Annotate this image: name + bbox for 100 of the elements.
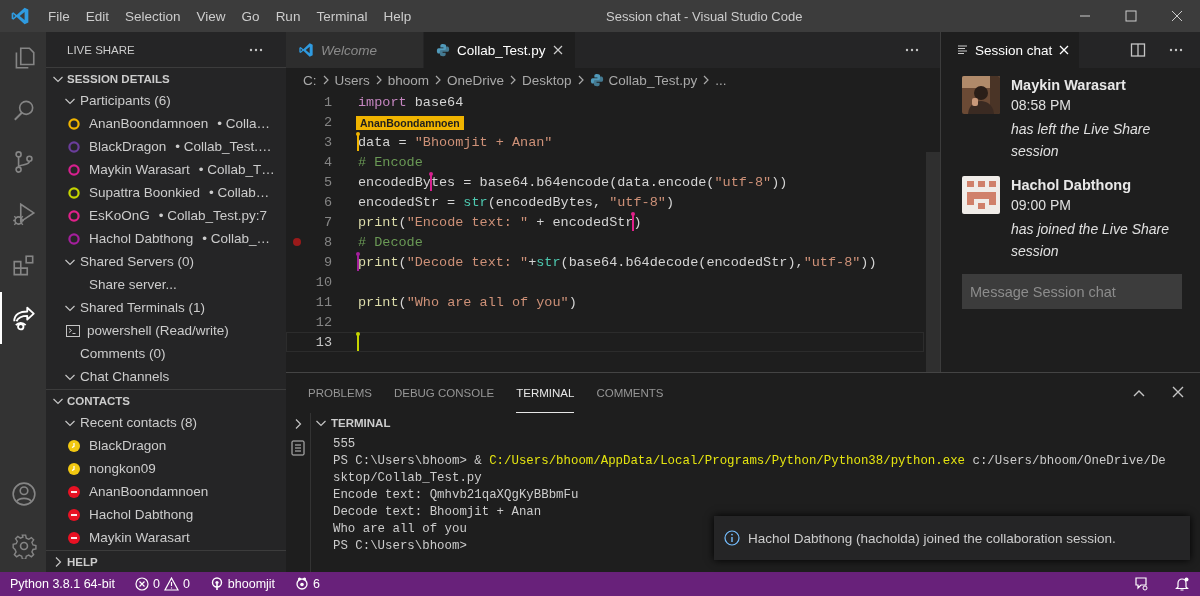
message-author: Hachol Dabthong	[1011, 176, 1133, 195]
python-file-icon	[436, 43, 450, 57]
panel-tab[interactable]: TERMINAL	[516, 373, 575, 413]
editor-tab[interactable]: Welcome	[286, 32, 424, 68]
live-share-icon[interactable]	[11, 305, 37, 331]
code-line: encodedBytes = base64.b64encode(data.encode("utf-8"))	[358, 175, 788, 190]
line-number: 2	[322, 114, 332, 130]
scrollbar[interactable]	[926, 152, 940, 372]
menu-item[interactable]: Run	[267, 8, 309, 24]
section-header[interactable]: CONTACTS	[46, 389, 286, 411]
menu-item[interactable]: Selection	[117, 8, 189, 24]
tree-item[interactable]: Participants (6)	[46, 89, 286, 112]
tree-item[interactable]: Maykin Warasart	[46, 526, 286, 549]
tree-item[interactable]: Comments (0)	[46, 342, 286, 365]
python-file-icon	[589, 73, 604, 87]
avatar-icon	[962, 176, 1000, 214]
warning-icon	[163, 577, 179, 591]
list-icon	[958, 45, 968, 55]
list-view-icon[interactable]	[291, 440, 305, 456]
terminal-line: PS C:\Users\bhoom> & C:/Users/bhoom/AppData/Local/Programs/Python/Python38/python.exe c:/Users/bhoom/OneDrive/De	[333, 453, 1166, 470]
section-header[interactable]: SESSION DETAILS	[46, 67, 286, 89]
close-icon[interactable]	[552, 45, 563, 55]
settings-icon[interactable]	[11, 533, 37, 559]
menu-item[interactable]: View	[188, 8, 234, 24]
panel-tab[interactable]: DEBUG CONSOLE	[393, 373, 495, 413]
tree-item[interactable]: nongkon09	[46, 457, 286, 480]
code-line: print("Who are all of you")	[358, 295, 577, 310]
close-icon[interactable]	[1172, 386, 1184, 398]
panel-tab[interactable]: COMMENTS	[596, 373, 664, 413]
split-editor-icon[interactable]	[1130, 42, 1146, 58]
code-line: print("Encode text: " + encodedStr)	[358, 215, 642, 230]
tree-item[interactable]: powershell (Read/write)	[46, 319, 286, 342]
code-line: # Decode	[358, 235, 423, 250]
section-header[interactable]: TERMINAL	[311, 413, 1200, 433]
view-title: LIVE SHARE	[67, 43, 135, 56]
tree-item[interactable]: AnanBoondamnoen • Colla…	[46, 112, 286, 135]
menu-item[interactable]: Edit	[77, 8, 118, 24]
run-debug-icon[interactable]	[11, 201, 37, 227]
line-number: 5	[322, 174, 332, 190]
breadcrumb-item[interactable]: Desktop	[522, 72, 572, 88]
line-number: 3	[322, 134, 332, 150]
vscode-logo-icon	[10, 6, 30, 26]
editor-tab[interactable]: Collab_Test.py	[424, 32, 576, 68]
cursor-name-flag: AnanBoondamnoen	[356, 116, 464, 130]
line-number: 6	[322, 194, 332, 210]
tree-item[interactable]: Hachol Dabthong • Collab_…	[46, 227, 286, 250]
breadcrumb-item[interactable]: ...	[715, 72, 727, 88]
tree-item[interactable]: Hachol Dabthong	[46, 503, 286, 526]
menu-item[interactable]: File	[40, 8, 78, 24]
line-number: 9	[322, 254, 332, 270]
bell-icon[interactable]	[1174, 576, 1190, 592]
window-title: Session chat - Visual Studio Code	[606, 8, 803, 24]
problems-status[interactable]: 0 0	[134, 577, 190, 591]
terminal-line: PS C:\Users\bhoom>	[333, 538, 467, 555]
error-icon	[134, 577, 149, 591]
breadcrumb-item[interactable]: C:	[303, 72, 317, 88]
live-share-status[interactable]: bhoomjit	[209, 577, 276, 591]
tree-item[interactable]: EsKoOnG • Collab_Test.py:7	[46, 204, 286, 227]
message-author: Maykin Warasart	[1011, 76, 1127, 95]
code-line: # Encode	[358, 155, 423, 170]
line-number: 7	[322, 214, 332, 230]
menu-item[interactable]: Go	[233, 8, 268, 24]
message-field[interactable]: Message Session chat	[962, 274, 1182, 309]
tree-item[interactable]: AnanBoondamnoen	[46, 480, 286, 503]
code-line: import base64	[358, 95, 464, 110]
terminal-line: Encode text: Qmhvb21qaXQgKyBBbmFu	[333, 487, 579, 504]
tree-item[interactable]: Shared Terminals (1)	[46, 296, 286, 319]
panel-tab[interactable]: PROBLEMS	[308, 373, 372, 413]
feedback-icon[interactable]	[1134, 576, 1150, 592]
broadcast-icon	[209, 577, 224, 591]
breadcrumb-item[interactable]: Users	[334, 72, 370, 88]
message-time: 08:58 PM	[1011, 96, 1072, 115]
python-interpreter[interactable]: Python 3.8.1 64-bit	[10, 577, 115, 591]
code-line: encodedStr = str(encodedBytes, "utf-8")	[358, 195, 674, 210]
line-number: 12	[314, 314, 332, 330]
message-time: 09:00 PM	[1011, 196, 1072, 215]
terminal-line: Who are all of you	[333, 521, 467, 538]
menu-item[interactable]: Help	[375, 8, 420, 24]
code-line: data = "Bhoomjit + Anan"	[358, 135, 553, 150]
tree-item[interactable]: Recent contacts (8)	[46, 411, 286, 434]
message-text: has joined the Live Share session	[1011, 220, 1170, 261]
tree-item[interactable]: Supattra Boonkied • Collab…	[46, 181, 286, 204]
participants-status[interactable]: 6	[295, 577, 321, 591]
tree-item[interactable]: Shared Servers (0)	[46, 250, 286, 273]
terminal-icon	[66, 324, 80, 337]
vscode-logo-icon	[298, 42, 314, 58]
share-server-link[interactable]: Share server...	[46, 273, 286, 296]
tree-item[interactable]: Chat Channels	[46, 365, 286, 388]
participants-icon	[295, 577, 310, 591]
notification-toast: Hachol Dabthong (hacholda) joined the collaboration session.	[714, 516, 1190, 560]
terminal-line: Decode text: Bhoomjit + Anan	[333, 504, 542, 521]
breadcrumb-item[interactable]: bhoom	[387, 72, 430, 88]
tree-item[interactable]: BlackDragon	[46, 434, 286, 457]
chat-tab[interactable]: Session chat	[941, 32, 1080, 68]
tree-item[interactable]: BlackDragon • Collab_Test.…	[46, 135, 286, 158]
breadcrumb-item[interactable]: OneDrive	[447, 72, 505, 88]
account-icon[interactable]	[11, 481, 37, 507]
breadcrumb-item[interactable]: Collab_Test.py	[589, 72, 698, 88]
menu-item[interactable]: Terminal	[308, 8, 376, 24]
tree-item[interactable]: Maykin Warasart • Collab_T…	[46, 158, 286, 181]
